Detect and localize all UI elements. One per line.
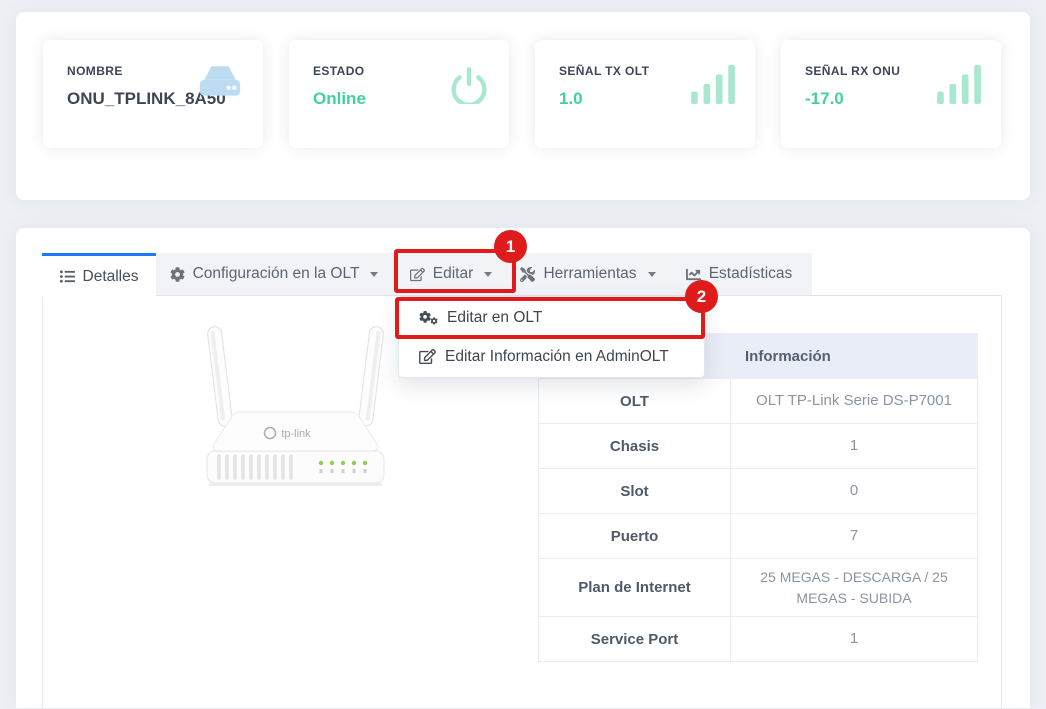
table-row: Plan de Internet 25 MEGAS - DESCARGA / 2… bbox=[539, 559, 978, 617]
menu-item-label: Editar en OLT bbox=[447, 309, 542, 327]
row-label: Chasis bbox=[539, 424, 731, 469]
table-row: Puerto 7 bbox=[539, 514, 978, 559]
table-row: Slot 0 bbox=[539, 469, 978, 514]
router-icon bbox=[197, 64, 243, 100]
annotation-step-1-badge: 1 bbox=[494, 230, 527, 263]
stat-card-estado: ESTADO Online bbox=[289, 40, 509, 148]
stats-panel: NOMBRE ONU_TPLINK_8A50 ESTADO Online bbox=[16, 12, 1030, 200]
row-value: 7 bbox=[731, 514, 978, 559]
tab-herramientas[interactable]: Herramientas bbox=[510, 253, 666, 295]
tab-label: Herramientas bbox=[543, 265, 636, 283]
tools-icon bbox=[520, 267, 535, 282]
row-label: Slot bbox=[539, 469, 731, 514]
caret-down-icon bbox=[484, 272, 492, 277]
editar-dropdown-menu: Editar en OLT Editar Información en Admi… bbox=[398, 296, 705, 378]
row-value: 25 MEGAS - DESCARGA / 25 MEGAS - SUBIDA bbox=[731, 559, 978, 617]
row-label: Puerto bbox=[539, 514, 731, 559]
tab-detalles[interactable]: Detalles bbox=[42, 253, 156, 297]
signal-bars-icon bbox=[691, 64, 735, 104]
power-icon bbox=[449, 64, 489, 104]
row-value: 1 bbox=[731, 617, 978, 662]
caret-down-icon bbox=[370, 272, 378, 277]
stat-card-senal-rx-onu: SEÑAL RX ONU -17.0 bbox=[781, 40, 1001, 148]
svg-text:tp-link: tp-link bbox=[281, 428, 311, 440]
cogs-icon bbox=[419, 310, 438, 325]
tab-label: Editar bbox=[433, 265, 474, 283]
stats-row: NOMBRE ONU_TPLINK_8A50 ESTADO Online bbox=[16, 12, 1030, 148]
stat-card-senal-tx-olt: SEÑAL TX OLT 1.0 bbox=[535, 40, 755, 148]
stat-card-nombre: NOMBRE ONU_TPLINK_8A50 bbox=[43, 40, 263, 148]
info-table: Información OLT OLT TP-Link Serie DS-P70… bbox=[538, 333, 978, 662]
table-header-informacion: Información bbox=[731, 334, 978, 379]
table-row: Service Port 1 bbox=[539, 617, 978, 662]
edit-icon bbox=[419, 349, 436, 364]
row-label: Service Port bbox=[539, 617, 731, 662]
menu-item-editar-en-olt[interactable]: Editar en OLT bbox=[399, 298, 704, 337]
menu-item-label: Editar Información en AdminOLT bbox=[445, 348, 669, 366]
menu-item-editar-informacion-adminolt[interactable]: Editar Información en AdminOLT bbox=[399, 337, 704, 376]
table-row: OLT OLT TP-Link Serie DS-P7001 bbox=[539, 379, 978, 424]
tab-label: Configuración en la OLT bbox=[193, 265, 360, 283]
tab-configuracion-en-la-olt[interactable]: Configuración en la OLT bbox=[156, 253, 392, 295]
table-row: Chasis 1 bbox=[539, 424, 978, 469]
row-label: OLT bbox=[539, 379, 731, 424]
tab-label: Detalles bbox=[83, 268, 139, 286]
edit-icon bbox=[410, 267, 425, 282]
annotation-step-2-badge: 2 bbox=[685, 280, 718, 313]
gear-icon bbox=[170, 267, 185, 282]
signal-bars-icon bbox=[937, 64, 981, 104]
tab-label: Estadísticas bbox=[709, 265, 793, 283]
onu-product-image: tp-link bbox=[193, 322, 403, 487]
list-icon bbox=[60, 269, 75, 284]
row-value: 1 bbox=[731, 424, 978, 469]
tab-editar[interactable]: Editar bbox=[392, 253, 510, 295]
row-value: OLT TP-Link Serie DS-P7001 bbox=[731, 379, 978, 424]
row-label: Plan de Internet bbox=[539, 559, 731, 617]
caret-down-icon bbox=[648, 272, 656, 277]
row-value: 0 bbox=[731, 469, 978, 514]
